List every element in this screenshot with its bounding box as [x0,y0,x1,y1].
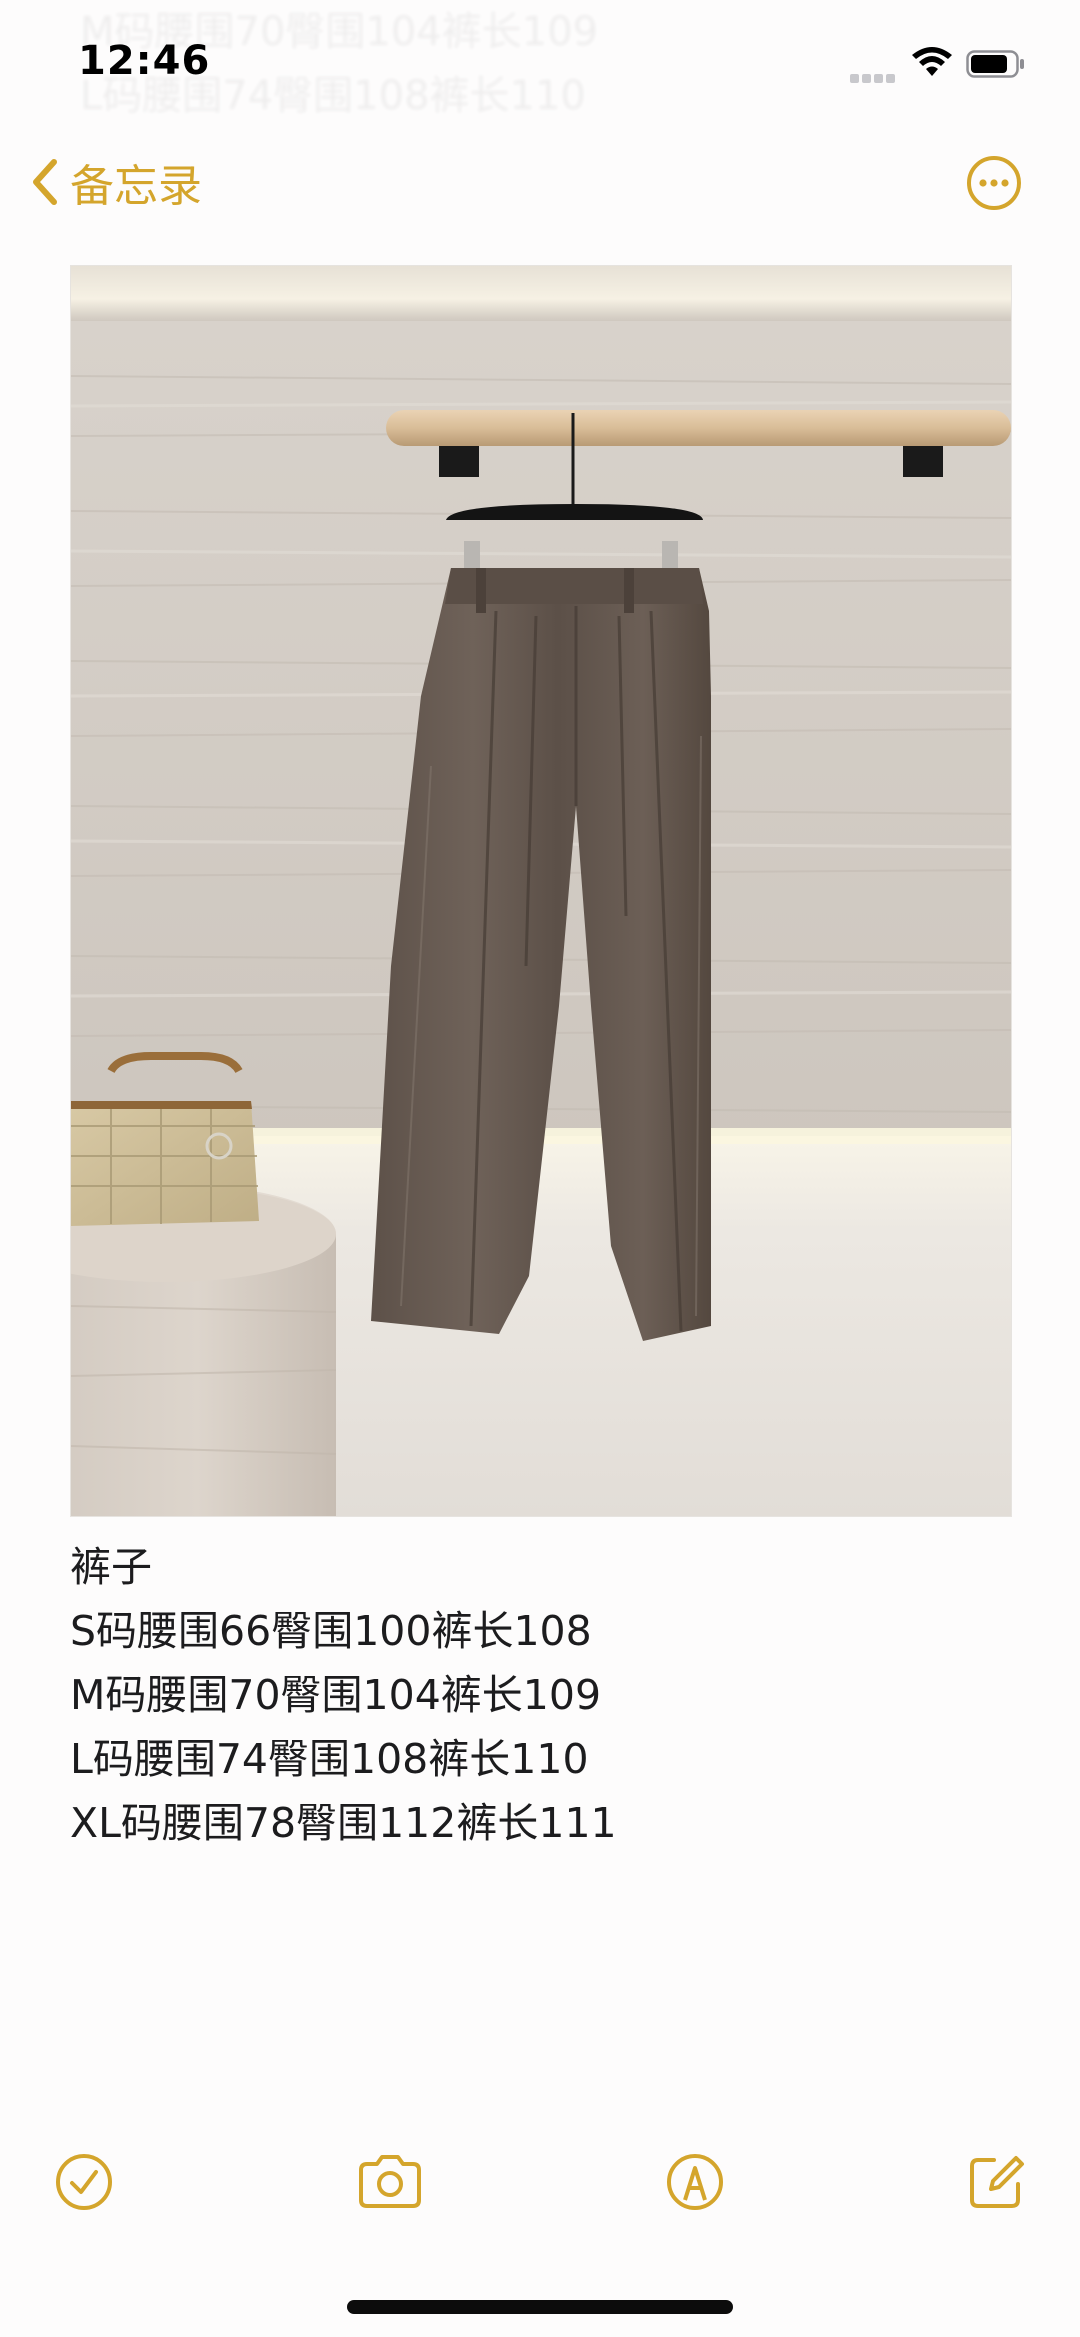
compose-icon [970,2156,1024,2208]
markup-button[interactable] [663,2150,727,2214]
product-photo[interactable] [70,265,1012,1517]
camera-button[interactable] [355,2150,425,2214]
wifi-icon [910,46,954,80]
note-body[interactable]: 裤子 S码腰围66臀围100裤长108 M码腰围70臀围104裤长109 L码腰… [70,1535,1010,1855]
status-time: 12:46 [78,38,211,84]
back-button[interactable]: 备忘录 [30,152,202,212]
compose-button[interactable] [964,2150,1028,2214]
bottom-toolbar [0,2150,1080,2230]
note-line: S码腰围66臀围100裤长108 [70,1607,592,1655]
back-label: 备忘录 [70,161,202,212]
note-line: L码腰围74臀围108裤长110 [70,1735,589,1783]
battery-icon [966,50,1026,78]
checklist-button[interactable] [52,2150,116,2214]
note-line: M码腰围70臀围104裤长109 [70,1671,602,1719]
more-button[interactable] [966,155,1022,211]
chevron-left-icon [33,159,57,205]
status-bar: 12:46 [0,0,1080,130]
camera-icon [359,2155,421,2208]
checklist-icon [56,2154,112,2210]
cellular-signal-icon [850,68,902,83]
markup-icon [667,2154,723,2210]
note-line: XL码腰围78臀围112裤长111 [70,1799,617,1847]
ellipsis-circle-icon [967,156,1021,210]
home-indicator[interactable] [347,2300,733,2314]
note-title: 裤子 [70,1543,152,1591]
